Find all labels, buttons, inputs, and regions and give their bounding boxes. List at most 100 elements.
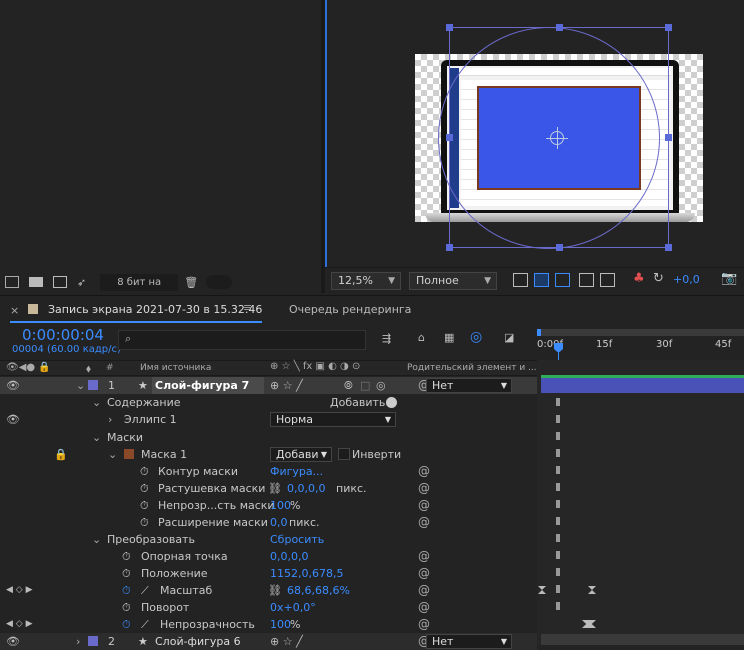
handle-tm[interactable] xyxy=(556,24,563,31)
handle-bm[interactable] xyxy=(556,244,563,251)
composition-viewer[interactable] xyxy=(325,0,744,267)
scale-row[interactable]: ◀ ◇ ▶ ⏱ ⟋ Масштаб ⛓ 68,6,68,6% @ xyxy=(0,582,537,599)
tab-composition[interactable]: Запись экрана 2021-07-30 в 15.32.46 xyxy=(48,303,262,316)
comp-mini-flowchart-icon[interactable]: ⇶ xyxy=(382,332,391,345)
layer-row-1[interactable]: 👁 ⌄ 1 ★ Слой-фигура 7 ⊕ ☆ ╱ ⦾ □ ◎ @ Нет ▼ xyxy=(0,377,537,394)
expand-chevron-icon[interactable]: ⌄ xyxy=(76,377,85,394)
expand-chevron-icon[interactable]: › xyxy=(108,411,112,428)
mask-visibility-icon[interactable] xyxy=(555,273,570,287)
add-menu-icon[interactable] xyxy=(386,397,397,408)
invert-checkbox[interactable] xyxy=(338,448,350,460)
pickwhip-icon[interactable]: @ xyxy=(418,548,430,565)
render-icon[interactable]: ➶ xyxy=(77,276,86,289)
link-icon[interactable]: ⛓ xyxy=(268,582,282,599)
expand-chevron-icon[interactable]: ⌄ xyxy=(108,446,117,463)
opacity-row[interactable]: ◀ ◇ ▶ ⏱ ⟋ Непрозрачность 100 % @ xyxy=(0,616,537,633)
parent-dropdown[interactable]: Нет ▼ xyxy=(426,378,512,393)
keyframe-nav-icons[interactable]: ◀ ◇ ▶ xyxy=(6,616,33,633)
layer-1-bar[interactable] xyxy=(541,378,744,393)
transform-row[interactable]: ⌄ Преобразовать Сбросить xyxy=(0,531,537,548)
anchor-point-row[interactable]: ⏱ Опорная точка 0,0,0,0 @ xyxy=(0,548,537,565)
col-source-name[interactable]: Имя источника xyxy=(140,363,211,373)
stopwatch-icon[interactable]: ⏱ xyxy=(140,514,149,531)
interpret-footage-icon[interactable] xyxy=(5,276,19,288)
blend-mode-dropdown[interactable]: Норма ▼ xyxy=(270,412,396,427)
graph-icon[interactable]: ⟋ xyxy=(141,582,149,599)
magnification-dropdown[interactable]: 12,5% ▼ xyxy=(331,272,401,290)
frame-blending-icon[interactable]: ▦ xyxy=(444,331,454,344)
ellipse-row[interactable]: 👁 › Эллипс 1 Норма ▼ xyxy=(0,411,537,428)
expand-chevron-icon[interactable]: ⌄ xyxy=(92,531,101,548)
handle-ml[interactable] xyxy=(446,134,453,141)
stopwatch-icon[interactable]: ⏱ xyxy=(122,599,131,616)
expand-chevron-icon[interactable]: ⌄ xyxy=(92,394,101,411)
resolution-dropdown[interactable]: Полное ▼ xyxy=(409,272,497,290)
pickwhip-icon[interactable]: @ xyxy=(418,565,430,582)
pickwhip-icon[interactable]: @ xyxy=(418,514,430,531)
pickwhip-icon[interactable]: @ xyxy=(418,463,430,480)
stopwatch-icon[interactable]: ⏱ xyxy=(140,480,149,497)
stopwatch-icon[interactable]: ⏱ xyxy=(140,497,149,514)
adjustment-switch[interactable]: □ xyxy=(360,377,370,394)
mask-opacity-row[interactable]: ⏱ Непрозр...сть маски 100 % @ xyxy=(0,497,537,514)
exposure-value[interactable]: +0,0 xyxy=(673,273,700,286)
grid-guides-icon[interactable] xyxy=(600,273,615,287)
keyframe-nav-icons[interactable]: ◀ ◇ ▶ xyxy=(6,582,33,599)
handle-tr[interactable] xyxy=(665,24,672,31)
flowchart-toggle[interactable] xyxy=(206,275,233,289)
mask1-label[interactable]: Маска 1 xyxy=(141,446,187,463)
stopwatch-icon[interactable]: ⏱ xyxy=(140,463,149,480)
new-composition-icon[interactable] xyxy=(53,276,67,288)
scale-value[interactable]: 68,6,68,6% xyxy=(287,582,350,599)
position-row[interactable]: ⏱ Положение 1152,0,678,5 @ xyxy=(0,565,537,582)
link-icon[interactable]: ⛓ xyxy=(268,480,282,497)
handle-bl[interactable] xyxy=(446,244,453,251)
rotation-value[interactable]: 0x+0,0° xyxy=(270,599,316,616)
layer-2-bar[interactable] xyxy=(541,634,744,645)
visibility-eye-icon[interactable]: 👁 xyxy=(6,411,20,428)
expand-chevron-icon[interactable]: › xyxy=(76,633,80,650)
parent-dropdown[interactable]: Нет ▼ xyxy=(426,634,512,649)
bit-depth-button[interactable]: 8 бит на канал xyxy=(100,273,179,305)
timecode[interactable]: 0:00:00:04 xyxy=(22,326,104,344)
handle-tl[interactable] xyxy=(446,24,453,31)
pickwhip-icon[interactable]: @ xyxy=(418,480,430,497)
work-area-start[interactable] xyxy=(537,329,541,336)
pickwhip-icon[interactable]: @ xyxy=(418,497,430,514)
visibility-eye-icon[interactable]: 👁 xyxy=(6,377,20,394)
mask-path-value[interactable]: Фигура... xyxy=(270,463,323,480)
stopwatch-icon[interactable]: ⏱ xyxy=(122,548,131,565)
tab-render-queue[interactable]: Очередь рендеринга xyxy=(289,303,411,316)
layer-label-color[interactable] xyxy=(88,380,98,390)
rotation-row[interactable]: ⏱ Поворот 0x+0,0° @ xyxy=(0,599,537,616)
layer-search-input[interactable]: ⌕ xyxy=(118,330,366,350)
expand-chevron-icon[interactable]: ⌄ xyxy=(92,429,101,446)
mask-feather-row[interactable]: ⏱ Растушевка маски ⛓ 0,0,0,0 пикс. @ xyxy=(0,480,537,497)
mask-expansion-value[interactable]: 0,0 xyxy=(270,514,288,531)
draft-3d-icon[interactable]: ⌂ xyxy=(418,331,425,344)
transparency-grid-icon[interactable] xyxy=(534,273,549,287)
handle-br[interactable] xyxy=(665,244,672,251)
contents-row[interactable]: ⌄ Содержание Добавить: xyxy=(0,394,537,411)
pickwhip-icon[interactable]: @ xyxy=(418,582,430,599)
stopwatch-active-icon[interactable]: ⏱ xyxy=(122,582,131,599)
motion-blur-switch-icon[interactable]: ⦾ xyxy=(344,377,353,394)
mask-opacity-value[interactable]: 100 xyxy=(270,497,291,514)
motion-blur-icon[interactable]: ◎ xyxy=(470,329,482,345)
tab-menu-icon[interactable]: ≡ xyxy=(243,301,252,314)
masks-row[interactable]: ⌄ Маски xyxy=(0,429,537,446)
new-folder-icon[interactable] xyxy=(29,277,43,287)
opacity-value[interactable]: 100 xyxy=(270,616,291,633)
mask1-row[interactable]: 🔒 ⌄ Маска 1 Добави ▼ Инверти xyxy=(0,446,537,463)
reset-exposure-icon[interactable]: ↻ xyxy=(653,271,664,286)
position-value[interactable]: 1152,0,678,5 xyxy=(270,565,343,582)
3d-switch-icon[interactable]: ◎ xyxy=(376,377,386,394)
close-tab-icon[interactable]: × xyxy=(10,304,19,317)
col-parent[interactable]: Родительский элемент и ... xyxy=(407,363,537,373)
mask-feather-value[interactable]: 0,0,0,0 xyxy=(287,480,325,497)
mask-color-swatch[interactable] xyxy=(124,449,134,459)
anchor-point-value[interactable]: 0,0,0,0 xyxy=(270,548,308,565)
pickwhip-icon[interactable]: @ xyxy=(418,616,430,633)
add-label[interactable]: Добавить: xyxy=(330,394,389,411)
graph-editor-icon[interactable]: ◪ xyxy=(504,331,514,344)
